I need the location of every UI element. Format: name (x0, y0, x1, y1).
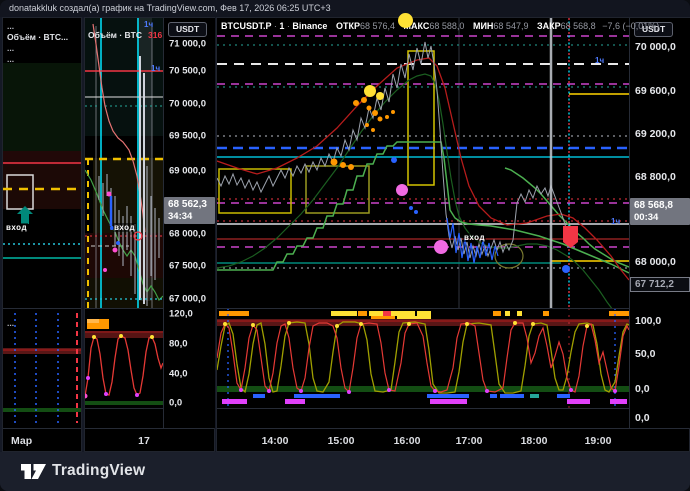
open-value: 68 576,4 (360, 21, 395, 31)
legend-row[interactable]: ... (7, 43, 68, 54)
chart-panel-left[interactable]: ... Объём · BTC... ... ... вход ... Мар (2, 17, 82, 452)
main-time-axis[interactable]: 14:00 15:00 16:00 17:00 18:00 19:00 (217, 428, 689, 454)
time-tick: 18:00 (521, 435, 548, 447)
last-price-label: 68 568,8 00:34 (630, 198, 690, 225)
chart-panel-middle[interactable]: Объём · BTC 316 1ч 1ч вход USDT 71 000,0 … (84, 17, 215, 452)
price-tick: 67 000,0 (169, 294, 206, 305)
signal-dot-large (398, 13, 413, 28)
price-tick: 69 600,0 (635, 85, 676, 97)
main-price-pane-canvas (217, 18, 629, 308)
price-tick: 69 000,0 (169, 166, 206, 177)
osc-tick: 0,0 (635, 383, 650, 395)
pane-separator[interactable] (217, 408, 689, 409)
osc-tick: 120,0 (169, 309, 193, 320)
time-tick: 14:00 (262, 435, 289, 447)
time-axis-label: Мар (11, 435, 32, 447)
time-tick: 16:00 (394, 435, 421, 447)
last-price-label: 68 562,3 34:34 (164, 197, 215, 224)
left-time-axis[interactable]: Мар (3, 428, 81, 454)
tradingview-logo-icon (21, 463, 46, 481)
pane-separator[interactable] (3, 308, 81, 309)
mid-oscillator-pane-canvas (85, 308, 163, 408)
osc-tick: 40,0 (169, 369, 188, 380)
legend-row[interactable]: ... (7, 318, 14, 329)
main-oscillator-pane-canvas (217, 308, 629, 408)
entry-label: вход (113, 223, 136, 232)
price-tick: 70 000,0 (635, 41, 676, 53)
signal-bars (222, 394, 627, 404)
price-tick: 69 200,0 (635, 128, 676, 140)
time-tick: 19:00 (585, 435, 612, 447)
pane-separator[interactable] (217, 308, 689, 309)
chart-panel-main[interactable]: BTCUSDT.P · 1 · Binance ОТКР68 576,4 МАК… (216, 17, 690, 452)
interval-badge: 1ч (611, 217, 620, 226)
osc-tick: 100,0 (635, 315, 661, 327)
tradingview-snapshot: donatakkluk создал(а) график на TradingV… (0, 0, 690, 491)
low-label: МИН (473, 21, 493, 31)
price-tick: 70 500,0 (169, 66, 206, 77)
osc-tick: 0,0 (635, 412, 650, 424)
entry-label: вход (463, 233, 486, 242)
legend-row[interactable]: ... (7, 21, 68, 32)
osc-tick: 80,0 (169, 339, 188, 350)
close-value: 68 568,8 (561, 21, 596, 31)
price-tick: 68 000,0 (635, 256, 676, 268)
price-tick: 68 000,0 (169, 229, 206, 240)
bar-countdown: 00:34 (630, 212, 690, 225)
level-price-label: 67 712,2 (630, 277, 690, 292)
left-legend[interactable]: ... Объём · BTC... ... ... (7, 21, 68, 65)
interval-badge: 1ч (151, 64, 160, 73)
interval-badge: 1ч (595, 56, 604, 65)
price-tick: 70 000,0 (169, 99, 206, 110)
footer-bar: TradingView (0, 452, 690, 491)
legend-volume-value: 316 (148, 30, 162, 40)
mid-price-scale[interactable]: USDT 71 000,0 70 500,0 70 000,0 69 500,0… (163, 18, 215, 428)
price-tick: 69 500,0 (169, 131, 206, 142)
last-price-value: 68 562,3 (164, 197, 215, 211)
left-lower-pane-canvas (3, 308, 81, 428)
left-lower-legend[interactable]: ... (7, 318, 14, 329)
entry-label: вход (5, 223, 28, 232)
price-tick: 67 500,0 (169, 261, 206, 272)
separator-dot: · (274, 21, 277, 31)
attribution-text: donatakkluk создал(а) график на TradingV… (9, 3, 331, 13)
symbol-name[interactable]: BTCUSDT.P (221, 21, 271, 31)
squeeze-strip (219, 311, 629, 320)
time-axis-label: 17 (138, 435, 150, 447)
last-price-value: 68 568,8 (630, 198, 690, 212)
price-tick: 68 800,0 (635, 171, 676, 183)
attribution-bar: donatakkluk создал(а) график на TradingV… (0, 0, 690, 17)
open-label: ОТКР (336, 21, 360, 31)
interval-value[interactable]: 1 (279, 21, 284, 31)
price-tick: 71 000,0 (169, 39, 206, 50)
osc-tick: 0,0 (169, 398, 182, 409)
tradingview-wordmark: TradingView (52, 462, 145, 480)
main-price-scale[interactable]: USDT 70 000,0 69 600,0 69 200,0 68 800,0… (629, 18, 690, 428)
time-tick: 15:00 (328, 435, 355, 447)
legend-row-volume[interactable]: Объём · BTC... (7, 32, 68, 43)
symbol-ohlc-header[interactable]: BTCUSDT.P · 1 · Binance ОТКР68 576,4 МАК… (221, 21, 659, 31)
bar-countdown: 34:34 (164, 211, 215, 224)
legend-row[interactable]: ... (7, 54, 68, 65)
low-value: 68 547,9 (493, 21, 528, 31)
change-value: −7,6 (−0,01%) (602, 21, 659, 31)
close-label: ЗАКР (537, 21, 561, 31)
legend-volume-title[interactable]: Объём · BTC (88, 30, 142, 40)
mid-price-pane-canvas (85, 18, 163, 308)
exchange-name: Binance (292, 21, 327, 31)
time-tick: 17:00 (456, 435, 483, 447)
currency-unit-button[interactable]: USDT (168, 22, 207, 37)
mid-legend[interactable]: Объём · BTC 316 (88, 30, 162, 41)
osc-tick: 50,0 (635, 348, 655, 360)
separator-dot: · (287, 21, 290, 31)
interval-badge: 1ч (144, 20, 153, 29)
high-value: 68 588,0 (429, 21, 464, 31)
mid-time-axis[interactable]: 17 (85, 428, 214, 454)
